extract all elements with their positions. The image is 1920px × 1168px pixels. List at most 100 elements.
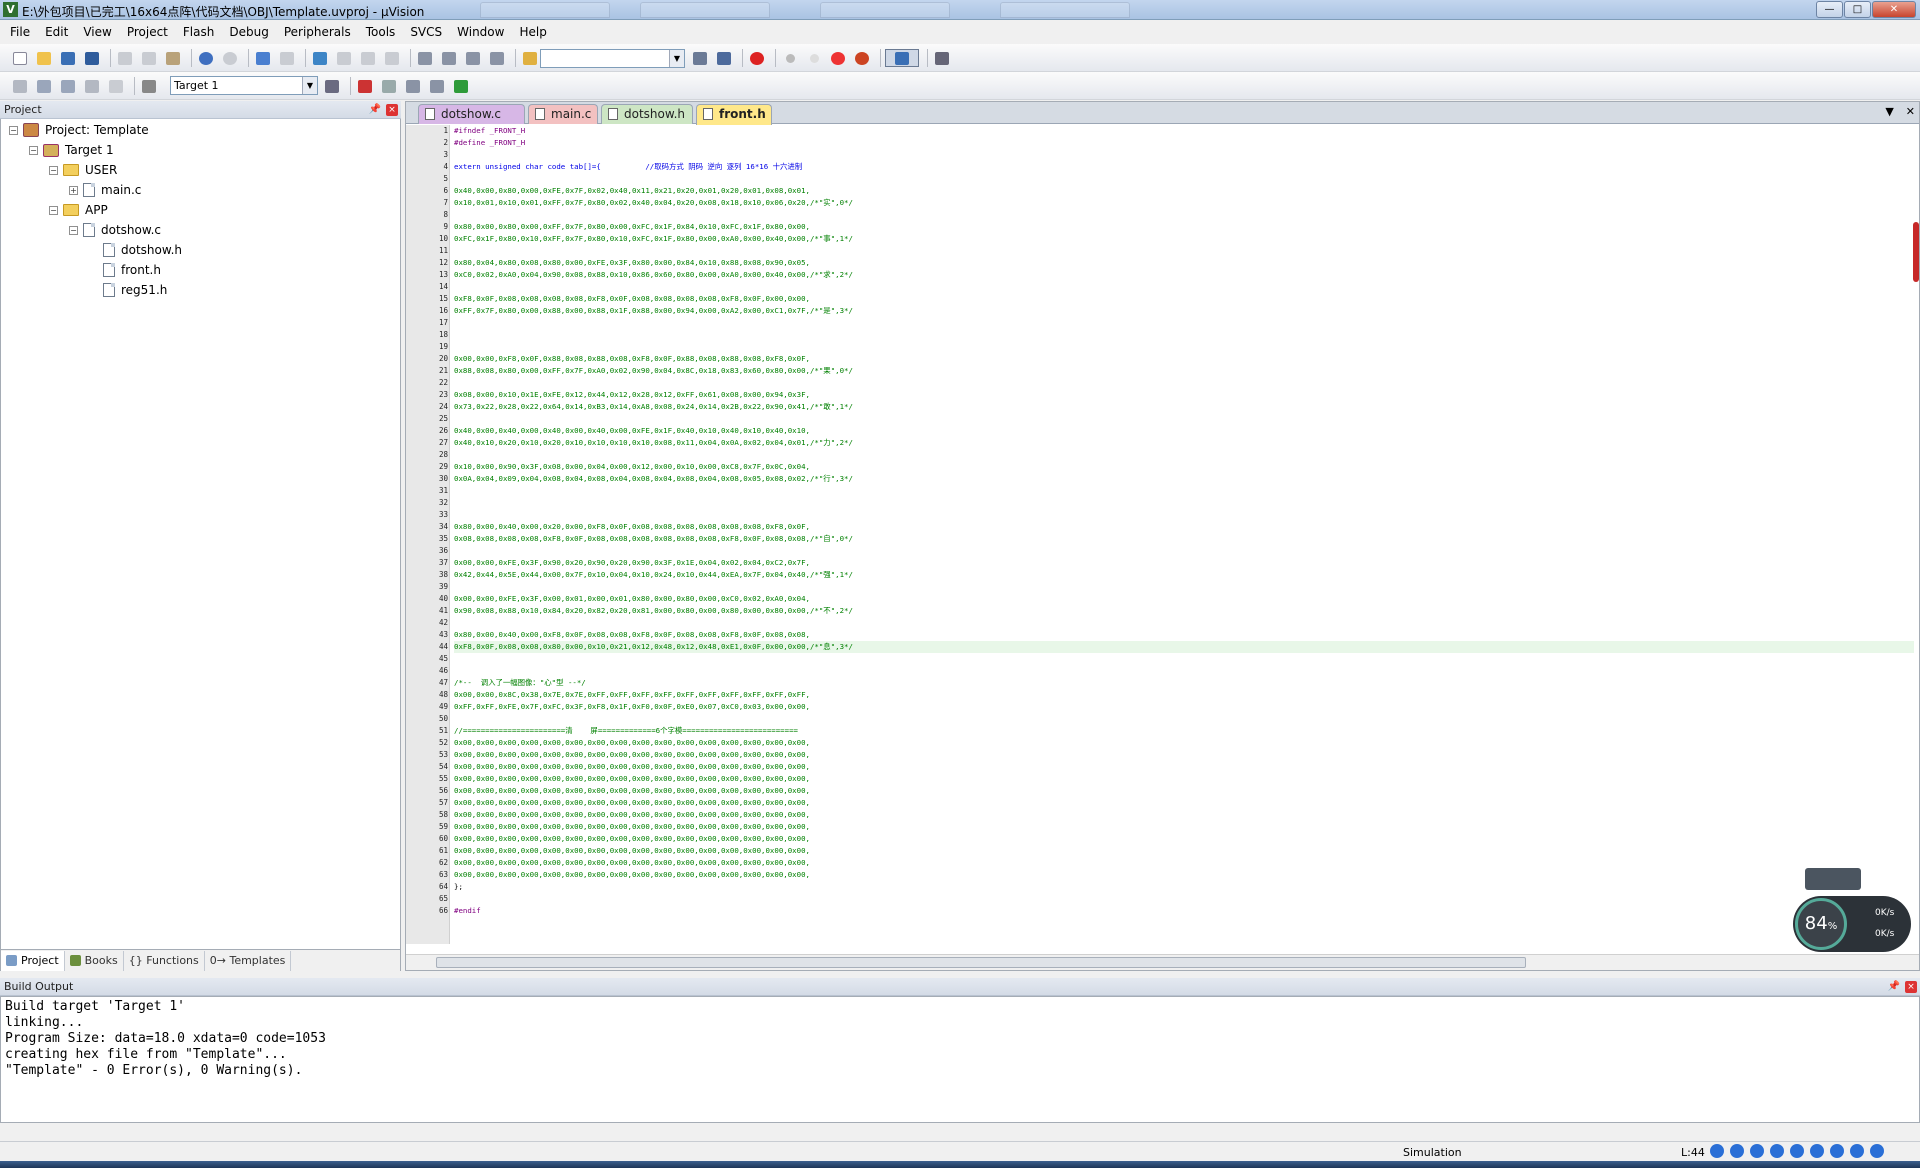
next-bookmark-icon[interactable] bbox=[358, 49, 378, 67]
rebuild-icon[interactable] bbox=[58, 77, 78, 95]
floating-widget-toolbar[interactable] bbox=[1805, 868, 1861, 890]
redo-icon[interactable] bbox=[220, 49, 240, 67]
code-line[interactable]: 0x80,0x04,0x80,0x08,0x80,0x00,0xFE,0x3F,… bbox=[454, 257, 1914, 269]
code-line[interactable]: 0x80,0x00,0x80,0x00,0xFF,0x7F,0x80,0x00,… bbox=[454, 221, 1914, 233]
ime-icon[interactable] bbox=[1710, 1144, 1724, 1158]
build-output-panel[interactable]: Build target 'Target 1' linking... Progr… bbox=[0, 996, 1920, 1123]
pack-installer-icon[interactable] bbox=[427, 77, 447, 95]
code-line[interactable]: 0x00,0x00,0x00,0x00,0x00,0x00,0x00,0x00,… bbox=[454, 773, 1914, 785]
translate-icon[interactable] bbox=[10, 77, 30, 95]
manage-components-icon[interactable] bbox=[355, 77, 375, 95]
run-time-env-icon[interactable] bbox=[451, 77, 471, 95]
code-line[interactable]: 0xF8,0x0F,0x08,0x08,0x80,0x00,0x10,0x21,… bbox=[454, 641, 1914, 653]
code-line[interactable] bbox=[454, 329, 1914, 341]
tree-node-file-front-h[interactable]: front.h bbox=[103, 261, 161, 279]
code-line[interactable]: 0x80,0x00,0x40,0x00,0x20,0x00,0xF8,0x0F,… bbox=[454, 521, 1914, 533]
clear-bookmarks-icon[interactable] bbox=[382, 49, 402, 67]
code-line[interactable] bbox=[454, 545, 1914, 557]
code-line[interactable] bbox=[454, 893, 1914, 905]
menu-view[interactable]: View bbox=[77, 21, 117, 43]
find-icon[interactable] bbox=[690, 49, 710, 67]
collapse-icon[interactable]: − bbox=[49, 205, 58, 215]
configure-icon[interactable] bbox=[932, 49, 952, 67]
find-in-files-icon[interactable] bbox=[520, 49, 540, 67]
collapse-icon[interactable]: − bbox=[49, 165, 58, 175]
maximize-button[interactable]: □ bbox=[1844, 1, 1871, 18]
debug-session-icon[interactable] bbox=[747, 49, 767, 67]
code-line[interactable]: 0x10,0x00,0x90,0x3F,0x08,0x00,0x04,0x00,… bbox=[454, 461, 1914, 473]
code-line[interactable]: 0xFC,0x1F,0x80,0x10,0xFF,0x7F,0x80,0x10,… bbox=[454, 233, 1914, 245]
scrollbar-thumb[interactable] bbox=[436, 957, 1526, 968]
code-line[interactable]: 0x00,0x00,0xFE,0x3F,0x90,0x20,0x90,0x20,… bbox=[454, 557, 1914, 569]
tree-node-project[interactable]: − Project: Template bbox=[9, 121, 149, 139]
code-line[interactable]: 0x80,0x00,0x40,0x00,0xF8,0x0F,0x08,0x08,… bbox=[454, 629, 1914, 641]
code-line[interactable]: 0x00,0x00,0x00,0x00,0x00,0x00,0x00,0x00,… bbox=[454, 857, 1914, 869]
paste-icon[interactable] bbox=[163, 49, 183, 67]
find-combo[interactable]: ▼ bbox=[540, 49, 685, 68]
tree-node-group-app[interactable]: − APP bbox=[49, 201, 108, 219]
code-line[interactable]: 0xFF,0x7F,0x80,0x00,0x88,0x00,0x88,0x1F,… bbox=[454, 305, 1914, 317]
save-icon[interactable] bbox=[58, 49, 78, 67]
menu-tools[interactable]: Tools bbox=[360, 21, 402, 43]
target-select[interactable]: Target 1 ▼ bbox=[170, 76, 318, 95]
code-line[interactable]: 0x00,0x00,0x00,0x00,0x00,0x00,0x00,0x00,… bbox=[454, 809, 1914, 821]
code-line[interactable]: 0xFF,0xFF,0xFE,0x7F,0xFC,0x3F,0xF8,0x1F,… bbox=[454, 701, 1914, 713]
code-line[interactable] bbox=[454, 281, 1914, 293]
tab-project[interactable]: Project bbox=[1, 950, 65, 971]
comment-icon[interactable] bbox=[463, 49, 483, 67]
code-line[interactable]: 0x08,0x08,0x08,0x08,0xF8,0x0F,0x08,0x08,… bbox=[454, 533, 1914, 545]
code-line[interactable]: extern unsigned char code tab[]={ //取码方式… bbox=[454, 161, 1914, 173]
code-line[interactable]: 0x00,0x00,0x00,0x00,0x00,0x00,0x00,0x00,… bbox=[454, 785, 1914, 797]
tab-dotshow-c[interactable]: dotshow.c bbox=[418, 104, 525, 124]
target-options-icon[interactable] bbox=[322, 77, 342, 95]
tab-front-h[interactable]: front.h bbox=[696, 104, 772, 125]
code-line[interactable]: 0x00,0x00,0xFE,0x3F,0x00,0x01,0x00,0x01,… bbox=[454, 593, 1914, 605]
close-button[interactable]: ✕ bbox=[1872, 1, 1916, 18]
code-line[interactable]: 0x73,0x22,0x28,0x22,0x64,0x14,0xB3,0x14,… bbox=[454, 401, 1914, 413]
collapse-icon[interactable]: − bbox=[9, 125, 18, 135]
code-line[interactable] bbox=[454, 245, 1914, 257]
code-line[interactable] bbox=[454, 653, 1914, 665]
code-line[interactable]: 0x10,0x01,0x10,0x01,0xFF,0x7F,0x80,0x02,… bbox=[454, 197, 1914, 209]
batch-build-icon[interactable] bbox=[82, 77, 102, 95]
select-packs-icon[interactable] bbox=[403, 77, 423, 95]
tab-books[interactable]: Books bbox=[65, 950, 124, 971]
code-line[interactable]: 0x40,0x00,0x40,0x00,0x40,0x00,0x40,0x00,… bbox=[454, 425, 1914, 437]
code-line[interactable]: 0x00,0x00,0x00,0x00,0x00,0x00,0x00,0x00,… bbox=[454, 737, 1914, 749]
chevron-down-icon[interactable]: ▼ bbox=[669, 50, 684, 67]
tab-dotshow-h[interactable]: dotshow.h bbox=[601, 104, 693, 124]
code-line[interactable]: #define _FRONT_H bbox=[454, 137, 1914, 149]
code-line[interactable]: 0xF8,0x0F,0x08,0x08,0x08,0x08,0xF8,0x0F,… bbox=[454, 293, 1914, 305]
code-line[interactable]: 0x90,0x08,0x88,0x10,0x84,0x20,0x82,0x20,… bbox=[454, 605, 1914, 617]
code-line[interactable]: 0xC0,0x02,0xA0,0x04,0x90,0x08,0x88,0x10,… bbox=[454, 269, 1914, 281]
code-line[interactable] bbox=[454, 317, 1914, 329]
open-folder-icon[interactable] bbox=[34, 49, 54, 67]
code-line[interactable]: 0x00,0x00,0x00,0x00,0x00,0x00,0x00,0x00,… bbox=[454, 821, 1914, 833]
expand-icon[interactable]: + bbox=[69, 185, 78, 195]
menu-file[interactable]: File bbox=[4, 21, 36, 43]
code-line[interactable]: 0x00,0x00,0xF8,0x0F,0x88,0x08,0x88,0x08,… bbox=[454, 353, 1914, 365]
window-layout-icon[interactable] bbox=[885, 49, 919, 67]
build-icon[interactable] bbox=[34, 77, 54, 95]
ime-icon[interactable] bbox=[1770, 1144, 1784, 1158]
prev-bookmark-icon[interactable] bbox=[334, 49, 354, 67]
tab-list-icon[interactable]: ▼ bbox=[1885, 105, 1893, 118]
menu-help[interactable]: Help bbox=[513, 21, 552, 43]
new-file-icon[interactable] bbox=[10, 49, 30, 67]
bookmark-icon[interactable] bbox=[310, 49, 330, 67]
close-icon[interactable]: × bbox=[1905, 981, 1917, 993]
code-line[interactable] bbox=[454, 581, 1914, 593]
menu-flash[interactable]: Flash bbox=[177, 21, 220, 43]
pin-icon[interactable]: 📌 bbox=[369, 101, 381, 119]
code-line[interactable] bbox=[454, 713, 1914, 725]
chevron-down-icon[interactable]: ▼ bbox=[302, 77, 317, 94]
code-line[interactable] bbox=[454, 449, 1914, 461]
collapse-icon[interactable]: − bbox=[69, 225, 78, 235]
ime-icon[interactable] bbox=[1730, 1144, 1744, 1158]
breakpoint-icon[interactable] bbox=[780, 49, 800, 67]
code-line[interactable] bbox=[454, 509, 1914, 521]
download-icon[interactable] bbox=[139, 77, 159, 95]
ime-icon[interactable] bbox=[1790, 1144, 1804, 1158]
code-line[interactable]: }; bbox=[454, 881, 1914, 893]
undo-icon[interactable] bbox=[196, 49, 216, 67]
